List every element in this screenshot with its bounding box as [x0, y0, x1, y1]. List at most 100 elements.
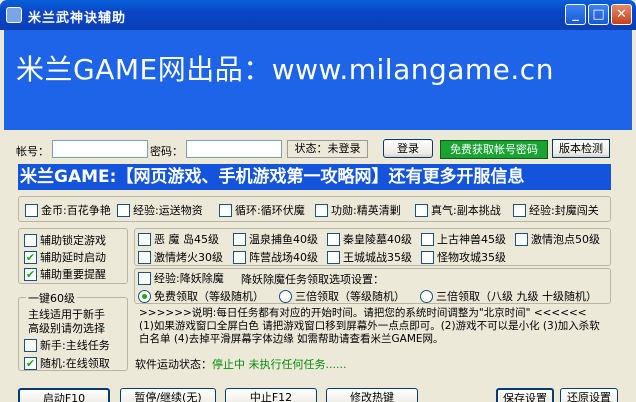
monster-option[interactable]: 王城城战35级 [327, 249, 412, 265]
app-icon [6, 7, 22, 23]
monster-label: 秦皇陵墓40级 [343, 233, 412, 246]
demon-checkbox[interactable] [138, 271, 151, 285]
monster-checkbox[interactable] [327, 232, 340, 246]
check-icon[interactable]: ✔ [24, 267, 37, 281]
password-input[interactable] [186, 140, 282, 158]
login-status: 状态：未登录 [287, 140, 368, 158]
aux-alert[interactable]: ✔ 辅助重要提醒 [24, 266, 106, 282]
aux-group: 辅助锁定游戏 ✔ 辅助延时启动 ✔ 辅助重要提醒 [18, 228, 128, 284]
monster-option[interactable]: 阵营战场40级 [233, 249, 318, 265]
monster-label: 上古神兽45级 [437, 233, 506, 246]
task-label: 功勋:精英清剿 [331, 204, 401, 217]
monster-group: 恶 魔 岛45级 温泉捕鱼40级 秦皇陵墓40级 上古神兽45级 激情泡点50级… [134, 228, 611, 266]
monster-checkbox[interactable] [421, 250, 434, 264]
radio-selected-icon[interactable] [138, 289, 151, 303]
task-checkbox[interactable] [25, 203, 38, 217]
task-checkbox[interactable] [117, 203, 130, 217]
monster-option[interactable]: 激情烤火30级 [138, 249, 223, 265]
stop-button[interactable]: 中止F12 [225, 388, 317, 402]
check-icon[interactable]: ✔ [24, 250, 37, 264]
title-bar: 米兰武神诀辅助 _ □ ✕ [0, 0, 636, 30]
task-checkbox[interactable] [513, 203, 526, 217]
save-settings-button[interactable]: 保存设置 [496, 388, 554, 402]
login-button[interactable]: 登录 [383, 139, 433, 158]
task-label: 经验:封魔闯关 [529, 204, 599, 217]
demon-label: 经验:降妖除魔 [154, 272, 224, 285]
task-checkbox[interactable] [315, 203, 328, 217]
monster-checkbox[interactable] [138, 232, 151, 246]
aux-delay-start[interactable]: ✔ 辅助延时启动 [24, 249, 106, 265]
monster-label: 激情泡点50级 [531, 233, 600, 246]
run-status-label: 软件运动状态： [135, 358, 212, 371]
task-loop[interactable]: 循环:循环伏魔 [219, 202, 305, 218]
notice-text: >>>>>>说明:每日任务都有对应的开始时间。请把您的系统时间调整为"北京时间"… [139, 307, 600, 345]
monster-option[interactable]: 怪物攻城35级 [421, 249, 506, 265]
demon-checkbox-row[interactable]: 经验:降妖除魔 [138, 270, 224, 286]
maximize-button[interactable]: □ [588, 4, 609, 25]
oneclick-main-quest[interactable]: 新手:主线任务 [24, 337, 110, 353]
minimize-button[interactable]: _ [565, 4, 586, 25]
run-status: 软件运动状态：停止中 未执行任何任务...... [135, 356, 346, 372]
monster-option[interactable]: 温泉捕鱼40级 [233, 231, 318, 247]
oneclick-label: 随机:在线领取 [40, 357, 110, 370]
restore-settings-button[interactable]: 还原设置 [560, 388, 618, 402]
task-label: 经验:运送物资 [133, 204, 203, 217]
task-escort[interactable]: 经验:运送物资 [117, 202, 203, 218]
oneclick-online-reward[interactable]: ✔ 随机:在线领取 [24, 355, 110, 371]
monster-checkbox[interactable] [233, 232, 246, 246]
banner: 米兰GAME网出品：www.milangame.cn [4, 30, 632, 130]
aux-label: 辅助延时启动 [40, 251, 106, 264]
window-title: 米兰武神诀辅助 [28, 11, 127, 26]
demon-option-label: 三倍领取（等级随机） [295, 290, 405, 303]
monster-option[interactable]: 上古神兽45级 [421, 231, 506, 247]
task-gold[interactable]: 金币:百花争艳 [25, 202, 111, 218]
pause-button[interactable]: 暂停/继续(无) [120, 388, 216, 402]
monster-label: 阵营战场40级 [249, 251, 318, 264]
run-status-value: 停止中 未执行任何任务...... [212, 358, 347, 371]
demon-option-label: 三倍领取（八级 九级 十级随机） [436, 290, 597, 303]
version-check-button[interactable]: 版本检测 [552, 139, 610, 158]
oneclick-title: 一键60级 [26, 290, 77, 306]
promo-headline: 米兰GAME:【网页游戏、手机游戏第一攻略网】还有更多开服信息 [18, 164, 611, 190]
aux-label: 辅助锁定游戏 [40, 234, 106, 247]
task-label: 真气:副本挑战 [431, 204, 501, 217]
demon-option-triple[interactable]: 三倍领取（等级随机） [279, 288, 405, 304]
demon-option-free[interactable]: 免费领取（等级随机） [138, 288, 264, 304]
close-button[interactable]: ✕ [611, 4, 632, 25]
oneclick-label: 新手:主线任务 [40, 339, 110, 352]
radio-icon[interactable] [279, 289, 292, 303]
monster-checkbox[interactable] [138, 250, 151, 264]
hotkey-button[interactable]: 修改热键 [326, 388, 418, 402]
monster-label: 温泉捕鱼40级 [249, 233, 318, 246]
task-label: 金币:百花争艳 [41, 204, 111, 217]
demon-option-triple-high[interactable]: 三倍领取（八级 九级 十级随机） [420, 288, 597, 304]
task-checkbox[interactable] [219, 203, 232, 217]
radio-icon[interactable] [420, 289, 433, 303]
monster-option[interactable]: 恶 魔 岛45级 [138, 231, 219, 247]
monster-label: 恶 魔 岛45级 [154, 233, 219, 246]
monster-checkbox[interactable] [233, 250, 246, 264]
task-elite[interactable]: 功勋:精英清剿 [315, 202, 401, 218]
aux-label: 辅助重要提醒 [40, 268, 106, 281]
monster-checkbox[interactable] [327, 250, 340, 264]
task-dungeon[interactable]: 真气:副本挑战 [415, 202, 501, 218]
aux-lock-game[interactable]: 辅助锁定游戏 [24, 232, 106, 248]
task-tower[interactable]: 经验:封魔闯关 [513, 202, 599, 218]
account-input[interactable] [52, 140, 148, 158]
oneclick-desc: 主线适用于新手 高级别请勿选择 [28, 308, 105, 335]
free-account-button[interactable]: 免费获取帐号密码 [440, 140, 548, 159]
banner-text: 米兰GAME网出品：www.milangame.cn [16, 53, 554, 86]
monster-option[interactable]: 激情泡点50级 [515, 231, 600, 247]
task-checkbox[interactable] [415, 203, 428, 217]
oneclick-checkbox[interactable] [24, 338, 37, 352]
monster-label: 王城城战35级 [343, 251, 412, 264]
monster-checkbox[interactable] [515, 232, 528, 246]
monster-checkbox[interactable] [421, 232, 434, 246]
monster-option[interactable]: 秦皇陵墓40级 [327, 231, 412, 247]
start-button[interactable]: 启动F10 [18, 388, 110, 402]
check-icon[interactable]: ✔ [24, 356, 37, 370]
account-label: 帐号： [16, 145, 49, 158]
monster-label: 激情烤火30级 [154, 251, 223, 264]
task-label: 循环:循环伏魔 [235, 204, 305, 217]
aux-checkbox[interactable] [24, 233, 37, 247]
